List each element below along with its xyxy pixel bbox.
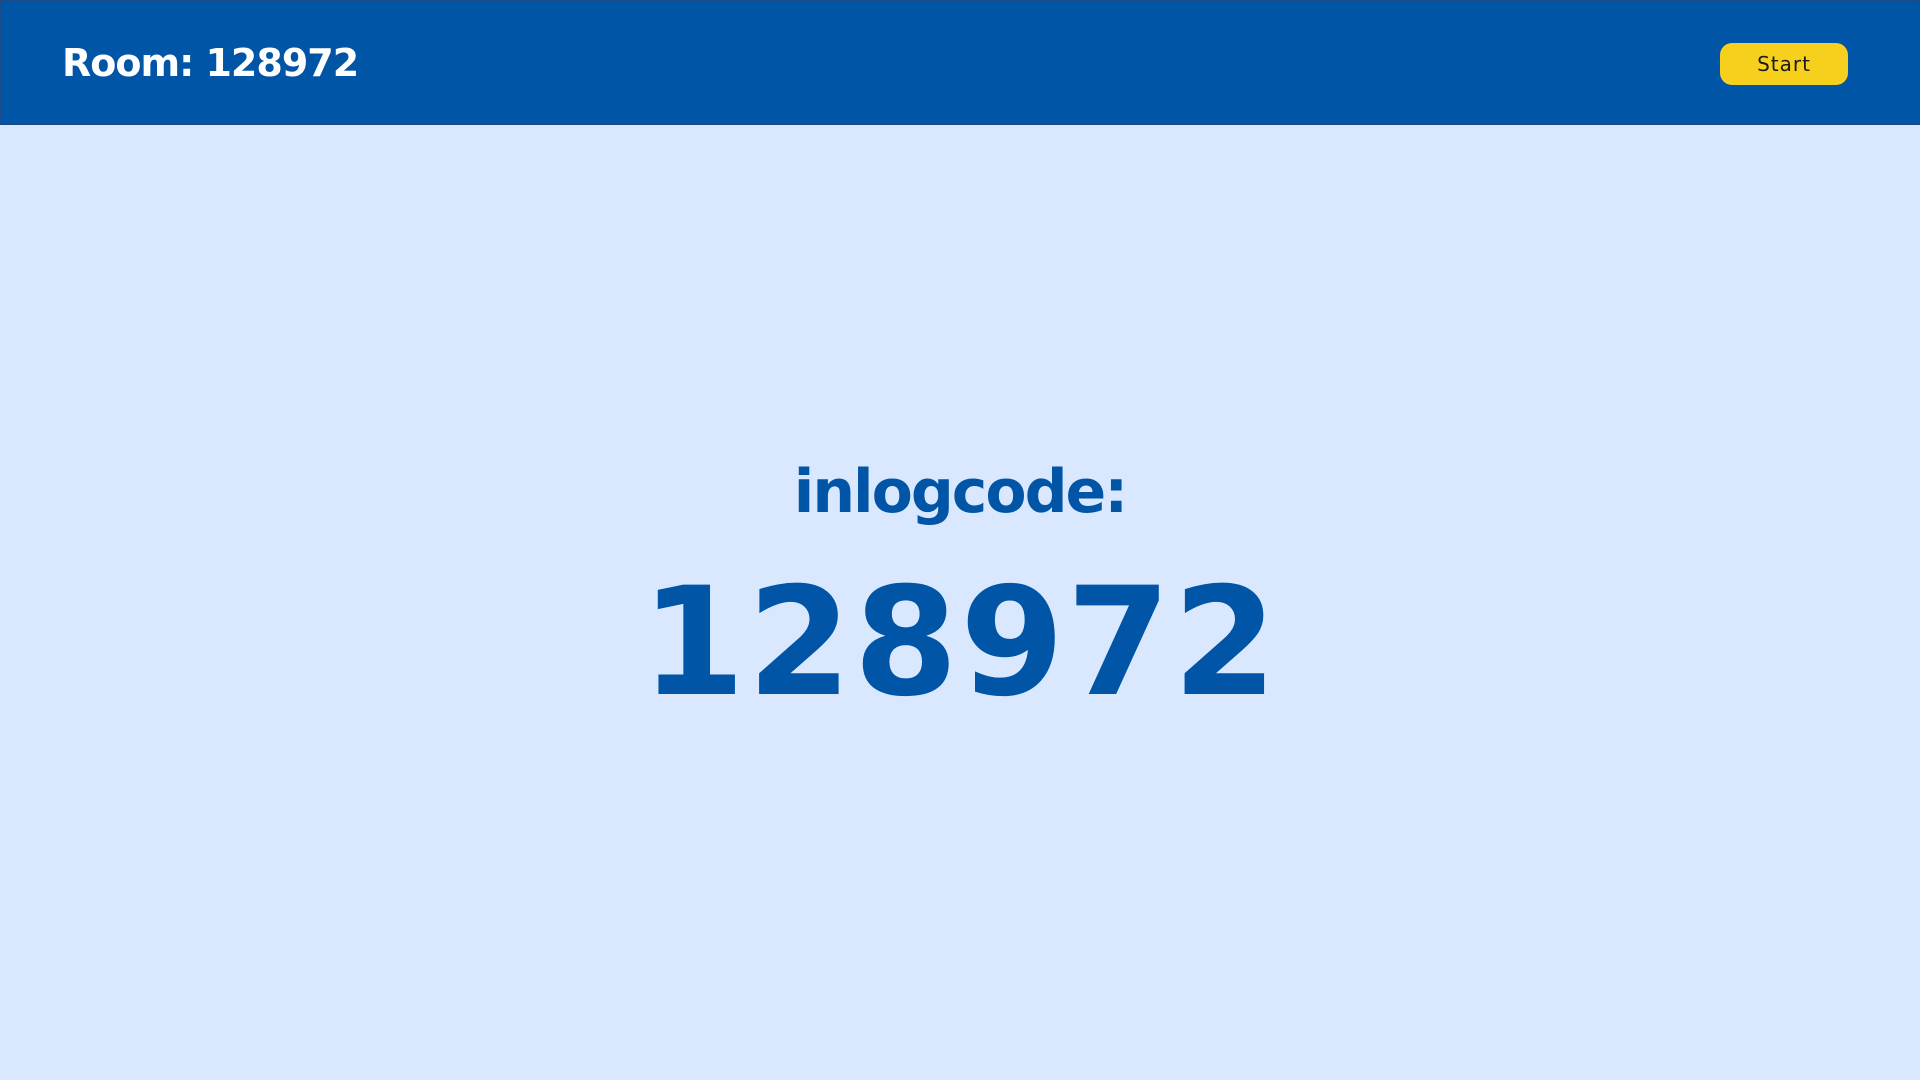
- login-code-value: 128972: [640, 556, 1280, 730]
- start-button[interactable]: Start: [1720, 43, 1848, 85]
- login-code-label: inlogcode:: [793, 457, 1128, 527]
- room-title: Room: 128972: [62, 41, 359, 85]
- top-bar: Room: 128972 Start: [0, 0, 1920, 125]
